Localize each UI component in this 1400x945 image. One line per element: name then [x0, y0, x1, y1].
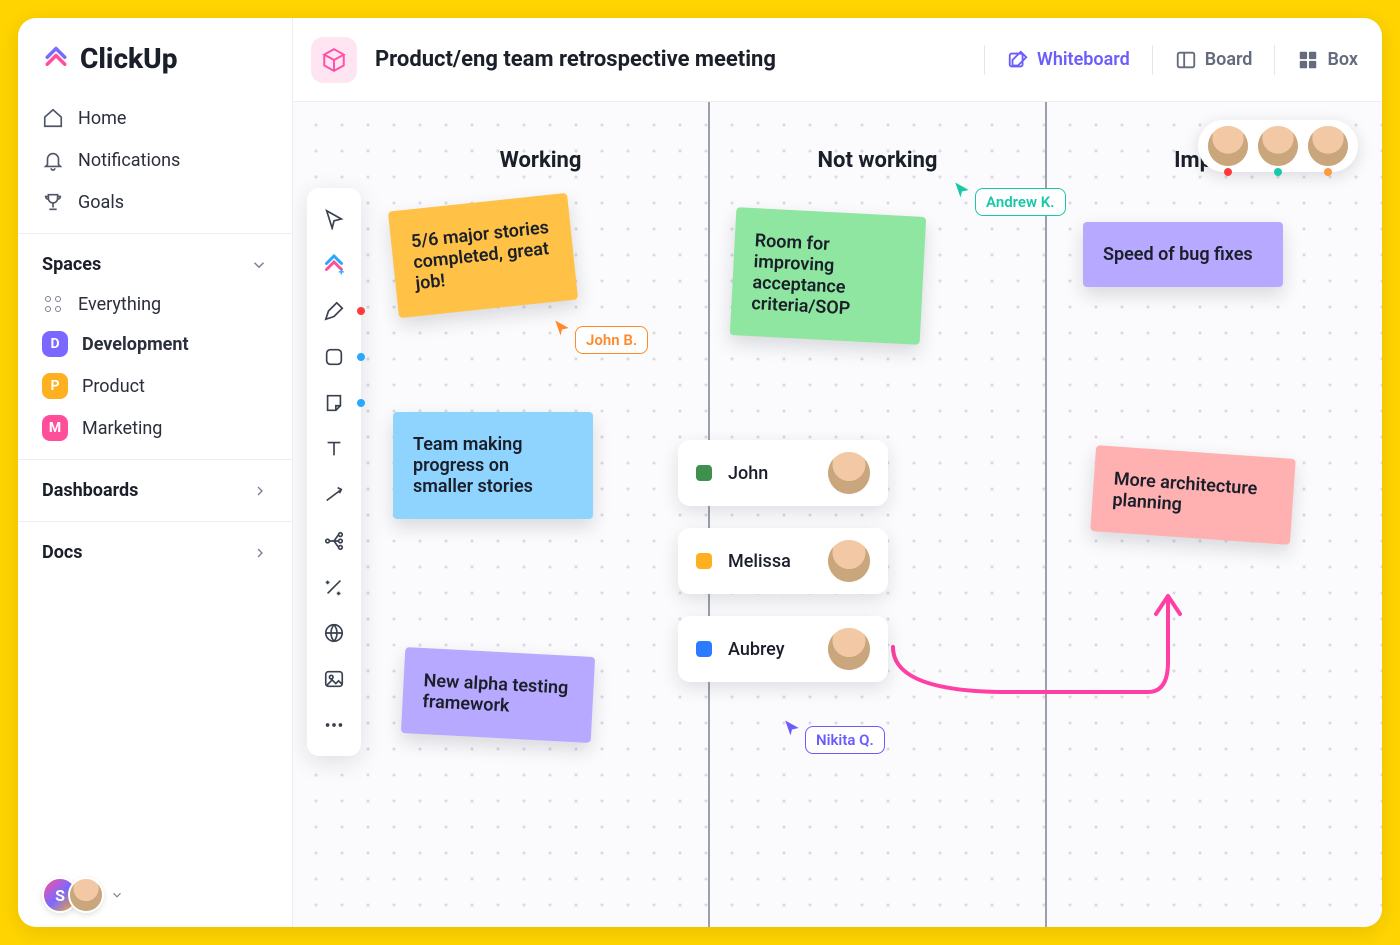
- retro-columns: Working Not working Improve: [373, 102, 1382, 927]
- docs-label: Docs: [42, 542, 82, 563]
- user-name: Aubrey: [728, 639, 812, 660]
- column-working: Working: [373, 102, 708, 927]
- sidebar-space-marketing[interactable]: M Marketing: [18, 407, 292, 449]
- tool-web[interactable]: [313, 612, 355, 654]
- chevron-down-icon: [110, 888, 124, 902]
- nav-goals[interactable]: Goals: [18, 181, 292, 223]
- everything-icon: [42, 293, 64, 315]
- cursor-icon: [783, 719, 801, 737]
- cursor-icon: [953, 181, 971, 199]
- tool-shape[interactable]: [313, 336, 355, 378]
- dashboards-header[interactable]: Dashboards: [18, 470, 292, 511]
- status-square: [696, 465, 712, 481]
- page-title: Product/eng team retrospective meeting: [375, 47, 776, 72]
- cursor-label: Andrew K.: [975, 188, 1066, 216]
- view-board[interactable]: Board: [1175, 49, 1253, 71]
- chevron-right-icon: [252, 483, 268, 499]
- sidebar-space-development[interactable]: D Development: [18, 323, 292, 365]
- column-title: Working: [373, 148, 708, 173]
- tool-image[interactable]: [313, 658, 355, 700]
- presence-avatar[interactable]: [1258, 126, 1298, 166]
- main: Product/eng team retrospective meeting W…: [293, 18, 1382, 927]
- nav-label: Notifications: [78, 150, 180, 171]
- tool-more[interactable]: [313, 704, 355, 746]
- view-label: Board: [1205, 49, 1253, 70]
- avatar: [68, 877, 104, 913]
- tool-select[interactable]: [313, 198, 355, 240]
- nav-home[interactable]: Home: [18, 97, 292, 139]
- nav-label: Home: [78, 108, 126, 129]
- user-card[interactable]: Melissa: [678, 528, 888, 594]
- column-not-working: Not working: [708, 102, 1045, 927]
- presence-avatar[interactable]: [1308, 126, 1348, 166]
- cube-icon: [321, 47, 347, 73]
- connector-arrow[interactable]: [888, 582, 1208, 742]
- space-badge: P: [42, 373, 68, 399]
- sidebar-space-product[interactable]: P Product: [18, 365, 292, 407]
- view-label: Box: [1327, 49, 1358, 70]
- avatar: [828, 628, 870, 670]
- board-icon: [1175, 49, 1197, 71]
- avatar: [828, 540, 870, 582]
- user-name: Melissa: [728, 551, 812, 572]
- brand-name: ClickUp: [80, 42, 177, 75]
- space-label: Development: [82, 334, 189, 355]
- spaces-header[interactable]: Spaces: [18, 244, 292, 285]
- spaces-header-label: Spaces: [42, 254, 101, 275]
- presence-bar[interactable]: [1198, 120, 1358, 172]
- remote-cursor-andrew: Andrew K.: [953, 164, 1066, 216]
- remote-cursor-john: John B.: [553, 302, 648, 354]
- nav-notifications[interactable]: Notifications: [18, 139, 292, 181]
- tool-clickup[interactable]: +: [313, 244, 355, 286]
- view-label: Whiteboard: [1037, 49, 1130, 70]
- docs-header[interactable]: Docs: [18, 532, 292, 573]
- status-square: [696, 641, 712, 657]
- remote-cursor-nikita: Nikita Q.: [783, 702, 885, 754]
- tool-pen[interactable]: [313, 290, 355, 332]
- space-badge: D: [42, 331, 68, 357]
- profile-switcher[interactable]: S: [42, 877, 124, 913]
- sidebar-item-everything[interactable]: Everything: [18, 285, 292, 323]
- tool-magic[interactable]: [313, 566, 355, 608]
- chevron-down-icon: [250, 256, 268, 274]
- user-name: John: [728, 463, 812, 484]
- everything-label: Everything: [78, 294, 161, 315]
- user-card[interactable]: John: [678, 440, 888, 506]
- grid-icon: [1297, 49, 1319, 71]
- cursor-icon: [553, 319, 571, 337]
- whiteboard-canvas[interactable]: + Working Not working: [293, 102, 1382, 927]
- presence-avatar[interactable]: [1208, 126, 1248, 166]
- space-label: Product: [82, 376, 145, 397]
- svg-text:+: +: [339, 266, 345, 278]
- view-whiteboard[interactable]: Whiteboard: [1007, 49, 1130, 71]
- view-switcher: Whiteboard Board Box: [984, 45, 1358, 75]
- cursor-label: Nikita Q.: [805, 726, 885, 754]
- cursor-label: John B.: [575, 326, 648, 354]
- space-badge: M: [42, 415, 68, 441]
- pencil-square-icon: [1007, 49, 1029, 71]
- view-box[interactable]: Box: [1297, 49, 1358, 71]
- brand-logo[interactable]: ClickUp: [18, 36, 292, 97]
- tool-connector[interactable]: [313, 474, 355, 516]
- status-square: [696, 553, 712, 569]
- tool-text[interactable]: [313, 428, 355, 470]
- space-icon[interactable]: [311, 37, 357, 83]
- whiteboard-toolbox: +: [307, 188, 361, 756]
- dashboards-label: Dashboards: [42, 480, 138, 501]
- chevron-right-icon: [252, 545, 268, 561]
- clickup-logo-icon: [42, 45, 70, 73]
- column-improve: Improve: [1045, 102, 1382, 927]
- topbar: Product/eng team retrospective meeting W…: [293, 18, 1382, 102]
- tool-sticky[interactable]: [313, 382, 355, 424]
- bell-icon: [42, 149, 64, 171]
- user-card[interactable]: Aubrey: [678, 616, 888, 682]
- tool-mindmap[interactable]: [313, 520, 355, 562]
- trophy-icon: [42, 191, 64, 213]
- space-label: Marketing: [82, 418, 162, 439]
- nav-label: Goals: [78, 192, 124, 213]
- avatar: [828, 452, 870, 494]
- sidebar: ClickUp Home Notifications Goals Spaces: [18, 18, 293, 927]
- home-icon: [42, 107, 64, 129]
